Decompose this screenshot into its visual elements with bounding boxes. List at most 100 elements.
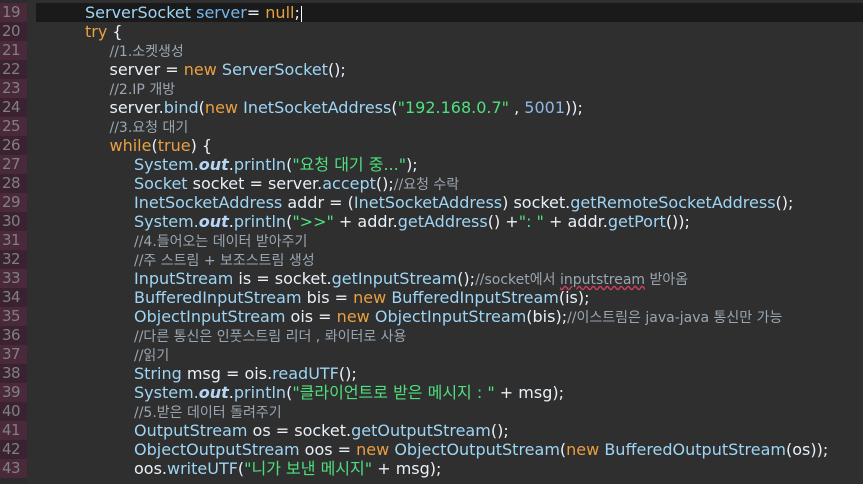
code-token: Socket	[134, 174, 188, 193]
code-line[interactable]: System.out.println("클라이언트로 받은 메시지 : " + …	[36, 383, 863, 402]
code-token: System.	[134, 155, 199, 174]
code-line[interactable]: BufferedInputStream bis = new BufferedIn…	[36, 288, 863, 307]
code-line[interactable]: InputStream is = socket.getInputStream()…	[36, 269, 863, 288]
code-token: msg = ois.	[181, 364, 273, 383]
code-token: getPort	[607, 212, 666, 231]
code-token: //3.요청 대기	[109, 120, 189, 136]
code-line[interactable]: server.bind(new InetSocketAddress("192.1…	[36, 98, 863, 117]
code-token: //4.들어오는 데이터 받아주기	[134, 234, 308, 250]
code-line-content: while(true) {	[110, 136, 213, 155]
code-line[interactable]: //1.소켓생성	[36, 41, 863, 60]
code-line[interactable]: //주 스트림 + 보조스트림 생성	[36, 250, 863, 269]
code-token: bind	[163, 98, 199, 117]
line-number: 31	[2, 231, 21, 249]
code-token: System.	[134, 383, 199, 402]
code-line[interactable]: //다른 통신은 인풋스트림 리더 , 롸이터로 사용	[36, 326, 863, 345]
code-line-content: ObjectOutputStream oos = new ObjectOutpu…	[134, 440, 828, 459]
code-token: new	[183, 60, 217, 79]
code-token: InputStream	[134, 269, 234, 288]
code-line[interactable]: InetSocketAddress addr = (InetSocketAddr…	[36, 193, 863, 212]
code-token: server =	[109, 60, 184, 79]
code-token: server.	[109, 98, 164, 117]
code-token: out	[198, 383, 229, 402]
code-line[interactable]: //읽기	[36, 345, 863, 364]
code-line[interactable]: oos.writeUTF("니가 보낸 메시지" + msg);	[36, 459, 863, 478]
code-line-content: System.out.println("클라이언트로 받은 메시지 : " + …	[134, 383, 564, 402]
code-line-content: try {	[85, 22, 123, 41]
code-line[interactable]: while(true) {	[36, 136, 863, 155]
code-token: println	[233, 383, 287, 402]
code-token: new	[356, 440, 390, 459]
code-token: //요청 수락	[393, 177, 460, 193]
code-line[interactable]: Socket socket = server.accept();//요청 수락	[36, 174, 863, 193]
code-line[interactable]: ServerSocket server= null;	[36, 3, 863, 22]
code-token: ObjectInputStream	[134, 307, 286, 326]
line-number: 26	[2, 136, 21, 154]
code-token: try	[85, 22, 108, 41]
code-token: (bis);	[526, 307, 568, 326]
code-token: println	[233, 212, 287, 231]
code-line[interactable]: server = new ServerSocket();	[36, 60, 863, 79]
code-token: ();	[775, 193, 794, 212]
code-token: null	[265, 3, 295, 22]
code-token: ": "	[518, 212, 544, 231]
code-token: //2.IP 개방	[109, 82, 176, 98]
code-line[interactable]: ObjectOutputStream oos = new ObjectOutpu…	[36, 440, 863, 459]
code-token: os = socket.	[247, 421, 352, 440]
line-number: 42	[2, 440, 21, 458]
code-token: true	[157, 136, 191, 155]
code-token: + addr.	[333, 212, 398, 231]
code-token: inputstream	[559, 272, 646, 288]
code-line[interactable]: try {	[36, 22, 863, 41]
line-number: 39	[2, 383, 21, 401]
code-line[interactable]: System.out.println(">>" + addr.getAddres…	[36, 212, 863, 231]
code-line[interactable]: System.out.println("요청 대기 중...");	[36, 155, 863, 174]
code-line-content: oos.writeUTF("니가 보낸 메시지" + msg);	[134, 459, 441, 478]
code-token: System.	[134, 212, 199, 231]
code-token: "192.168.0.7"	[397, 98, 510, 117]
code-token: server	[196, 3, 247, 22]
code-token: oos.	[134, 459, 167, 478]
code-line-content: //다른 통신은 인풋스트림 리더 , 롸이터로 사용	[134, 326, 406, 345]
code-token: ServerSocket	[85, 3, 192, 22]
line-number: 23	[2, 79, 21, 97]
code-line[interactable]: //5.받은 데이터 돌려주기	[36, 402, 863, 421]
code-editor[interactable]: ServerSocket server= null; try {//1.소켓생성 s…	[36, 0, 863, 484]
code-line[interactable]: String msg = ois.readUTF();	[36, 364, 863, 383]
code-line-content: ServerSocket server= null;	[85, 3, 302, 22]
code-token: BufferedInputStream	[391, 288, 559, 307]
code-token: while	[109, 136, 152, 155]
code-token: BufferedInputStream	[134, 288, 302, 307]
code-token: ();	[338, 364, 357, 383]
code-token: ) socket.	[502, 193, 571, 212]
line-number: 25	[2, 117, 21, 135]
code-line-content: Socket socket = server.accept();//요청 수락	[134, 174, 459, 193]
line-number: 22	[2, 60, 21, 78]
code-line-content: ObjectInputStream ois = new ObjectInputS…	[134, 307, 782, 326]
code-token: is = socket.	[233, 269, 332, 288]
code-token: BufferedOutputStream	[604, 440, 787, 459]
code-line[interactable]: OutputStream os = socket.getOutputStream…	[36, 421, 863, 440]
code-token: addr = (	[282, 193, 354, 212]
line-number-gutter: 19 20 21 22 23 24 25 26 27 28 29 30 31 32 33 34 35 36 37 38…	[0, 0, 27, 484]
code-token: new	[566, 440, 600, 459]
code-token: (os));	[786, 440, 829, 459]
line-number: 34	[2, 288, 21, 306]
code-token: ServerSocket	[221, 60, 328, 79]
code-token: ObjectInputStream	[374, 307, 527, 326]
line-number: 40	[2, 402, 21, 420]
code-line-content: //주 스트림 + 보조스트림 생성	[134, 250, 315, 269]
line-number: 27	[2, 155, 21, 173]
code-token: + addr.	[543, 212, 608, 231]
code-token: ();	[457, 269, 476, 288]
code-line[interactable]: //3.요청 대기	[36, 117, 863, 136]
code-token: readUTF	[272, 364, 339, 383]
code-line[interactable]: //2.IP 개방	[36, 79, 863, 98]
code-token: InetSocketAddress	[134, 193, 283, 212]
code-token: //socket에서	[475, 272, 560, 288]
code-line[interactable]: //4.들어오는 데이터 받아주기	[36, 231, 863, 250]
code-line-content: //읽기	[134, 345, 169, 364]
code-line[interactable]: ObjectInputStream ois = new ObjectInputS…	[36, 307, 863, 326]
line-number: 20	[2, 22, 21, 40]
code-token: ();	[327, 60, 346, 79]
